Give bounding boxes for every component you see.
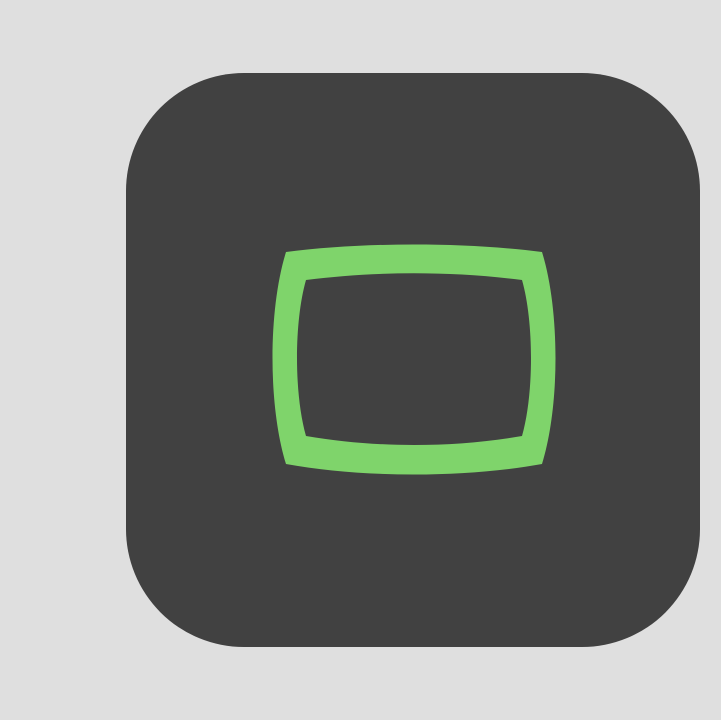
tv-screen-icon bbox=[272, 244, 556, 475]
tv-screen-frame bbox=[272, 244, 556, 475]
